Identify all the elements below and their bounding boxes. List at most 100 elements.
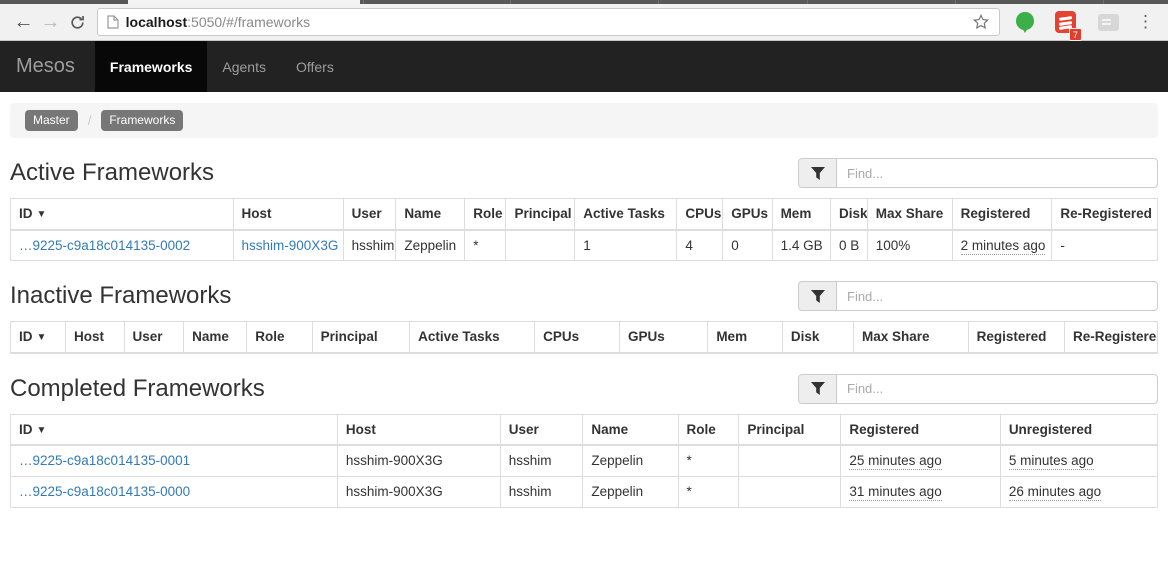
column-header-registered[interactable]: Registered <box>841 414 1000 445</box>
column-header-mem[interactable]: Mem <box>772 199 830 230</box>
cell-name: Zeppelin <box>396 230 465 261</box>
column-header-disk[interactable]: Disk <box>782 322 853 353</box>
extension-pin-icon[interactable] <box>1016 12 1033 30</box>
column-header-host[interactable]: Host <box>66 322 124 353</box>
timestamp: 25 minutes ago <box>849 453 941 470</box>
extension-todoist-icon[interactable]: 7 <box>1055 11 1076 33</box>
timestamp: 31 minutes ago <box>849 484 941 501</box>
column-header-max-share[interactable]: Max Share <box>867 199 952 230</box>
active-frameworks-table: ID▼HostUserNameRolePrincipalActive Tasks… <box>10 198 1158 261</box>
link-9225-c9a18c014135-0002[interactable]: …9225-c9a18c014135-0002 <box>19 238 190 253</box>
column-header-re-registered[interactable]: Re-Registered <box>1065 322 1158 353</box>
column-header-max-share[interactable]: Max Share <box>853 322 968 353</box>
main-navbar: Mesos Frameworks Agents Offers <box>0 41 1168 92</box>
column-header-principal[interactable]: Principal <box>506 199 575 230</box>
column-header-gpus[interactable]: GPUs <box>723 199 772 230</box>
cell-registered: 31 minutes ago <box>841 476 1000 507</box>
column-header-name[interactable]: Name <box>583 414 678 445</box>
header-row: ID▼HostUserNameRolePrincipalActive Tasks… <box>11 199 1158 230</box>
cell-name: Zeppelin <box>583 476 678 507</box>
section-title-completed: Completed Frameworks <box>10 375 265 403</box>
column-header-user[interactable]: User <box>500 414 583 445</box>
tab-divider <box>510 0 511 4</box>
cell-user: hsshim <box>500 476 583 507</box>
tab-frameworks[interactable]: Frameworks <box>95 41 207 92</box>
column-header-role[interactable]: Role <box>678 414 739 445</box>
cell-name: Zeppelin <box>583 445 678 476</box>
table-row: …9225-c9a18c014135-0002hsshim-900X3Ghssh… <box>11 230 1158 261</box>
cell-unregistered: 5 minutes ago <box>1000 445 1157 476</box>
cell-principal <box>739 445 841 476</box>
column-header-disk[interactable]: Disk <box>831 199 868 230</box>
cell-id: …9225-c9a18c014135-0002 <box>11 230 234 261</box>
cell-role: * <box>678 476 739 507</box>
tab-divider <box>955 0 956 4</box>
column-header-re-registered[interactable]: Re-Registered <box>1052 199 1158 230</box>
breadcrumb: Master / Frameworks <box>10 103 1158 138</box>
find-input-active[interactable] <box>836 158 1158 188</box>
column-header-active-tasks[interactable]: Active Tasks <box>410 322 535 353</box>
forward-icon[interactable]: → <box>37 8 64 36</box>
column-header-registered[interactable]: Registered <box>968 322 1064 353</box>
column-header-name[interactable]: Name <box>184 322 247 353</box>
breadcrumb-frameworks[interactable]: Frameworks <box>101 110 183 131</box>
cell-host: hsshim-900X3G <box>337 476 500 507</box>
back-icon[interactable]: ← <box>10 8 37 36</box>
page-icon <box>107 15 119 29</box>
cell-id: …9225-c9a18c014135-0001 <box>11 445 338 476</box>
cell-host: hsshim-900X3G <box>337 445 500 476</box>
column-header-registered[interactable]: Registered <box>952 199 1052 230</box>
column-header-id[interactable]: ID▼ <box>11 414 338 445</box>
brand-mesos[interactable]: Mesos <box>0 41 91 92</box>
column-header-cpus[interactable]: CPUs <box>535 322 620 353</box>
column-header-unregistered[interactable]: Unregistered <box>1000 414 1157 445</box>
link-9225-c9a18c014135-0000[interactable]: …9225-c9a18c014135-0000 <box>19 484 190 499</box>
column-header-principal[interactable]: Principal <box>312 322 409 353</box>
column-header-gpus[interactable]: GPUs <box>620 322 708 353</box>
extension-window-icon[interactable] <box>1098 14 1119 31</box>
column-header-user[interactable]: User <box>124 322 184 353</box>
cell-gpus: 0 <box>723 230 772 261</box>
sort-desc-icon: ▼ <box>37 332 47 343</box>
completed-frameworks-table: ID▼HostUserNameRolePrincipalRegisteredUn… <box>10 414 1158 508</box>
timestamp: 5 minutes ago <box>1009 453 1094 470</box>
tab-offers[interactable]: Offers <box>281 41 349 92</box>
column-header-active-tasks[interactable]: Active Tasks <box>575 199 677 230</box>
url-path: :5050/#/frameworks <box>187 14 310 30</box>
breadcrumb-master[interactable]: Master <box>25 110 78 131</box>
filter-funnel-icon <box>798 281 836 311</box>
link-9225-c9a18c014135-0001[interactable]: …9225-c9a18c014135-0001 <box>19 453 190 468</box>
column-header-user[interactable]: User <box>343 199 396 230</box>
table-row: …9225-c9a18c014135-0000 hsshim-900X3Ghssh… <box>11 476 1158 507</box>
address-bar[interactable]: localhost:5050/#/frameworks <box>97 8 1001 36</box>
browser-menu-icon[interactable]: ⋮ <box>1129 12 1158 32</box>
browser-tab-strip[interactable] <box>0 0 1168 4</box>
column-header-mem[interactable]: Mem <box>708 322 783 353</box>
bookmark-star-icon[interactable] <box>972 13 990 31</box>
find-input-completed[interactable] <box>836 374 1158 404</box>
filter-funnel-icon <box>798 374 836 404</box>
column-header-role[interactable]: Role <box>247 322 312 353</box>
link-hsshim-900x3g[interactable]: hsshim-900X3G <box>242 238 339 253</box>
section-title-inactive: Inactive Frameworks <box>10 282 231 310</box>
tab-divider <box>1103 0 1104 4</box>
column-header-id[interactable]: ID▼ <box>11 322 66 353</box>
browser-toolbar: ← → localhost:5050/#/frameworks <box>0 4 1168 41</box>
column-header-host[interactable]: Host <box>233 199 343 230</box>
tab-divider <box>807 0 808 4</box>
tab-agents[interactable]: Agents <box>207 41 281 92</box>
column-header-host[interactable]: Host <box>337 414 500 445</box>
column-header-role[interactable]: Role <box>465 199 506 230</box>
column-header-name[interactable]: Name <box>396 199 465 230</box>
cell-max-share: 100% <box>867 230 952 261</box>
cell-id: …9225-c9a18c014135-0000 <box>11 476 338 507</box>
active-tab[interactable] <box>128 0 360 4</box>
refresh-icon[interactable] <box>64 8 91 36</box>
column-header-principal[interactable]: Principal <box>739 414 841 445</box>
cell-principal <box>506 230 575 261</box>
cell-user: hsshim <box>500 445 583 476</box>
column-header-id[interactable]: ID▼ <box>11 199 234 230</box>
column-header-cpus[interactable]: CPUs <box>677 199 723 230</box>
cell-active-tasks: 1 <box>575 230 677 261</box>
find-input-inactive[interactable] <box>836 281 1158 311</box>
